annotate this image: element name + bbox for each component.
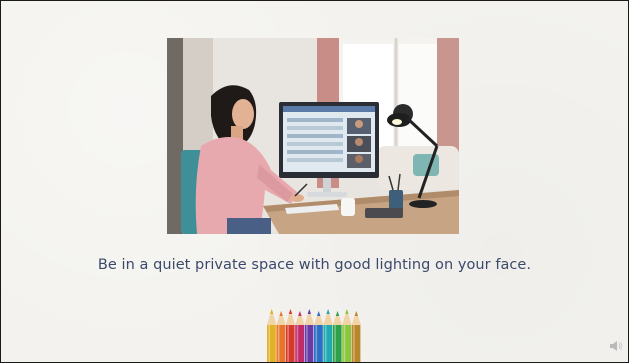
slide-caption: Be in a quiet private space with good li… [97,257,532,273]
speaker-icon[interactable] [609,337,623,351]
pencil [267,309,277,362]
pencil [285,309,296,362]
pencil [323,309,333,362]
pencil [304,309,314,362]
colored-pencils-icon [265,307,369,362]
pencil [314,311,324,362]
pencil [342,309,352,362]
pencil [351,311,361,362]
woman-at-desk-video-call-photo [167,38,459,234]
slide: Be in a quiet private space with good li… [0,0,629,363]
pencil [295,311,305,362]
pencil [276,311,286,362]
pencil [332,311,343,362]
